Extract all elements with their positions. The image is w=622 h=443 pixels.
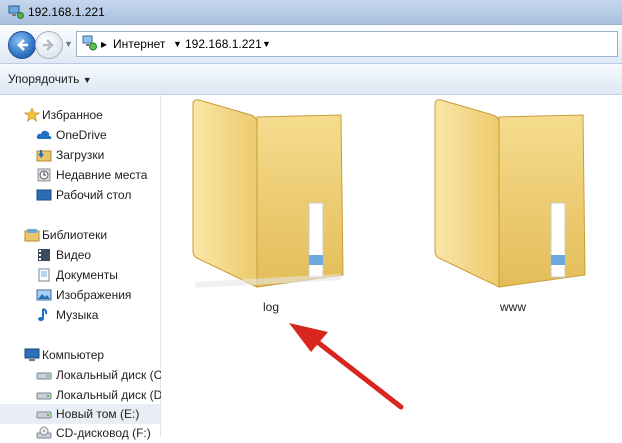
sidebar-item-downloads[interactable]: Загрузки [0,145,160,165]
music-note-icon [38,308,48,321]
sidebar-header-label: Компьютер [42,348,105,362]
breadcrumb-dropdown-icon[interactable]: ▼ [262,39,271,49]
sidebar-item-label: Локальный диск (C [56,368,163,382]
hard-drive-icon [36,372,52,380]
sidebar-header-computer[interactable]: Компьютер [0,345,160,365]
chevron-down-icon: ▼ [82,75,92,85]
libraries-icon [24,229,40,242]
network-location-icon [82,35,97,51]
documents-icon [38,268,50,282]
organize-button[interactable]: Упорядочить ▼ [8,72,92,86]
pictures-icon [36,289,52,301]
sidebar-item-label: Музыка [56,308,99,322]
address-bar-area: ▼ ▸ Интернет ▼ 192.168.1.221 ▼ [0,25,622,64]
sidebar-item-drive-c[interactable]: Локальный диск (C [0,365,163,385]
sidebar-item-documents[interactable]: Документы [0,265,160,285]
network-computer-icon [8,5,24,19]
sidebar-item-drive-e[interactable]: Новый том (E:) [0,404,160,424]
video-icon [38,249,50,261]
recent-pages-dropdown-icon[interactable]: ▼ [64,39,73,49]
forward-button[interactable] [35,31,63,59]
downloads-folder-icon [36,150,52,162]
sidebar-item-label: Локальный диск (D [56,388,163,402]
star-icon [24,108,40,122]
sidebar-item-label: CD-дисковод (F:) [56,426,151,440]
cd-drive-icon [36,426,52,439]
navigation-pane: Избранное OneDrive Загрузки Недавние мес… [0,95,163,440]
sidebar-item-label: Новый том (E:) [56,407,140,421]
breadcrumb-separator-icon[interactable]: ▸ [101,37,107,51]
window-title: 192.168.1.221 [28,5,105,19]
breadcrumb-internet[interactable]: Интернет [113,37,165,51]
sidebar-item-label: Недавние места [56,168,148,182]
sidebar-item-onedrive[interactable]: OneDrive [0,125,160,145]
computer-icon [24,348,40,361]
sidebar-item-cd-drive[interactable]: CD-дисковод (F:) [0,423,160,443]
title-bar: 192.168.1.221 [0,0,622,25]
back-button[interactable] [8,31,36,59]
sidebar-item-music[interactable]: Музыка [0,305,160,325]
sidebar-header-favorites[interactable]: Избранное [0,105,160,125]
folder-view: log www [161,95,622,437]
sidebar-item-label: Изображения [56,288,132,302]
sidebar-item-pictures[interactable]: Изображения [0,285,160,305]
sidebar-item-recent-places[interactable]: Недавние места [0,165,160,185]
breadcrumb-dropdown-icon[interactable]: ▼ [173,39,182,49]
sidebar-item-video[interactable]: Видео [0,245,160,265]
cloud-icon [36,130,52,139]
hard-drive-icon [36,411,52,419]
address-box[interactable]: ▸ Интернет ▼ 192.168.1.221 ▼ [76,31,618,57]
sidebar-item-label: Видео [56,248,92,262]
breadcrumb-host[interactable]: 192.168.1.221 [185,37,262,51]
forward-arrow-icon [43,39,54,51]
hard-drive-icon [36,392,52,400]
sidebar-item-desktop[interactable]: Рабочий стол [0,185,160,205]
sidebar-header-label: Избранное [42,108,103,122]
sidebar-header-label: Библиотеки [42,228,108,242]
sidebar-item-drive-d[interactable]: Локальный диск (D [0,385,163,405]
sidebar-item-label: Рабочий стол [56,188,132,202]
sidebar-item-label: OneDrive [56,128,107,142]
sidebar-item-label: Документы [56,268,118,282]
command-bar: Упорядочить ▼ [0,64,622,95]
annotation-arrow [289,323,404,410]
desktop-icon [36,189,52,201]
recent-places-icon [37,168,51,182]
organize-label: Упорядочить [8,72,80,86]
back-arrow-icon [17,39,28,51]
sidebar-header-libraries[interactable]: Библиотеки [0,225,160,245]
sidebar-item-label: Загрузки [56,148,105,162]
